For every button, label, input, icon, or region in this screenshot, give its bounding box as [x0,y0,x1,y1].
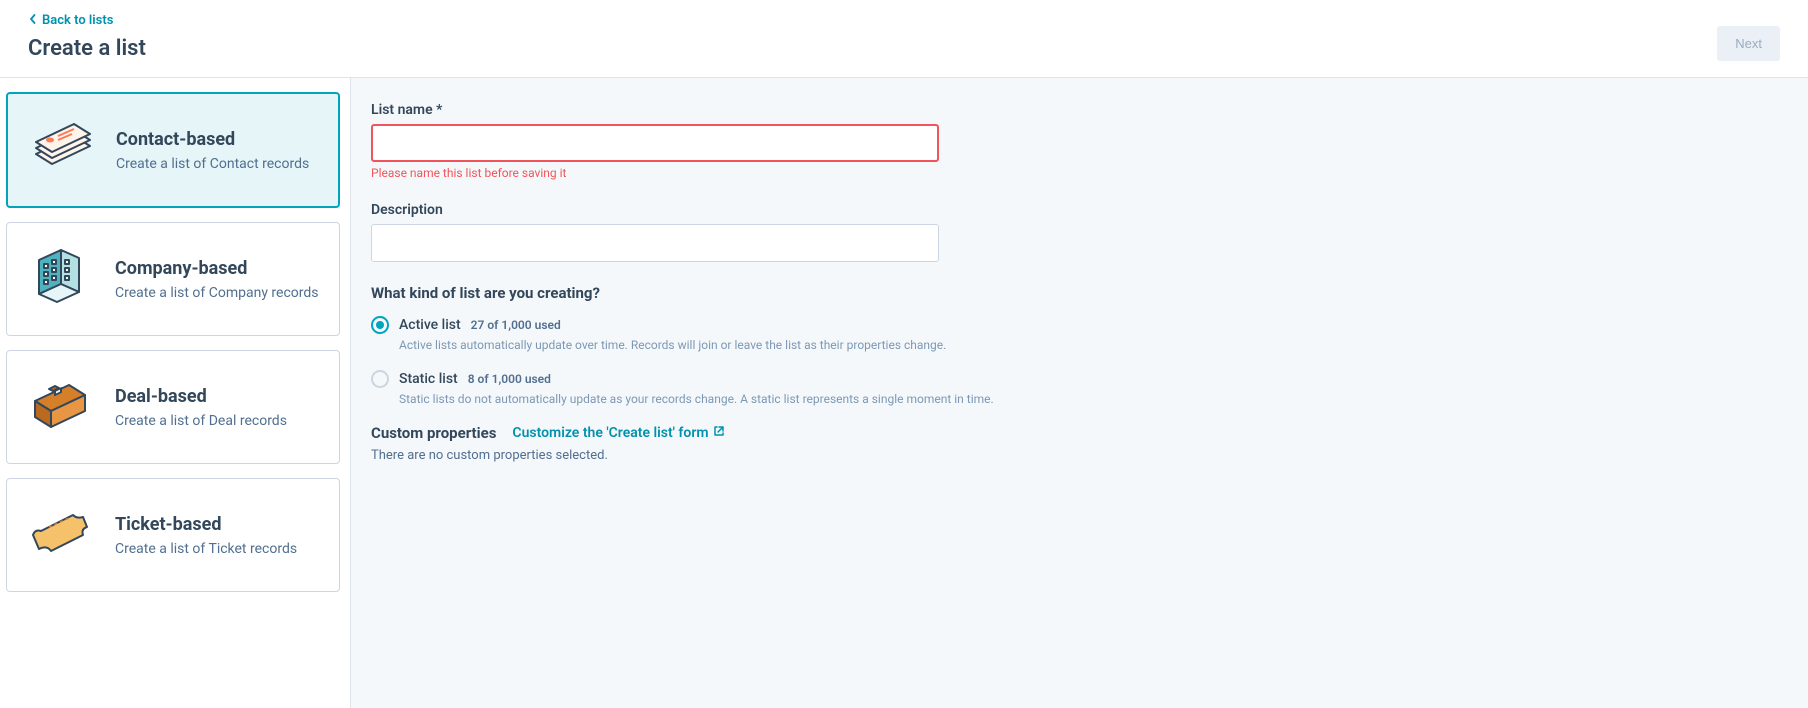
contact-cards-icon [26,114,98,186]
card-desc: Create a list of Ticket records [115,541,321,557]
back-link-label: Back to lists [42,13,113,28]
list-name-input[interactable] [371,124,939,162]
card-contact-based[interactable]: Contact-based Create a list of Contact r… [6,92,340,208]
back-to-lists-link[interactable]: Back to lists [28,13,113,28]
card-desc: Create a list of Contact records [116,156,320,172]
custom-properties-label: Custom properties [371,424,496,442]
card-deal-based[interactable]: Deal-based Create a list of Deal records [6,350,340,464]
external-link-icon [713,425,725,441]
static-list-label: Static list [399,371,458,387]
buildings-icon [25,243,97,315]
page-title: Create a list [28,36,146,61]
static-list-usage: 8 of 1,000 used [468,372,551,386]
list-type-sidebar: Contact-based Create a list of Contact r… [0,78,350,708]
card-desc: Create a list of Company records [115,285,321,301]
active-list-label: Active list [399,317,461,333]
card-title: Contact-based [116,129,320,150]
list-name-label: List name * [371,102,1788,118]
description-input[interactable] [371,224,939,262]
ticket-icon [25,499,97,571]
briefcase-icon [25,371,97,443]
static-list-desc: Static lists do not automatically update… [399,392,1788,406]
customize-link-text: Customize the 'Create list' form [512,425,708,441]
card-company-based[interactable]: Company-based Create a list of Company r… [6,222,340,336]
page-header: Back to lists Create a list Next [0,0,1808,78]
customize-form-link[interactable]: Customize the 'Create list' form [512,425,724,441]
chevron-left-icon [28,13,38,28]
card-title: Company-based [115,258,321,279]
static-list-radio[interactable] [371,370,389,388]
active-list-desc: Active lists automatically update over t… [399,338,1788,352]
card-title: Deal-based [115,386,321,407]
active-list-usage: 27 of 1,000 used [471,318,561,332]
list-name-error: Please name this list before saving it [371,166,1788,180]
form-panel: List name * Please name this list before… [350,78,1808,708]
description-label: Description [371,202,1788,218]
card-ticket-based[interactable]: Ticket-based Create a list of Ticket rec… [6,478,340,592]
custom-properties-empty: There are no custom properties selected. [371,448,1788,463]
card-desc: Create a list of Deal records [115,413,321,429]
active-list-radio[interactable] [371,316,389,334]
next-button[interactable]: Next [1717,26,1780,61]
list-kind-heading: What kind of list are you creating? [371,284,1788,302]
card-title: Ticket-based [115,514,321,535]
